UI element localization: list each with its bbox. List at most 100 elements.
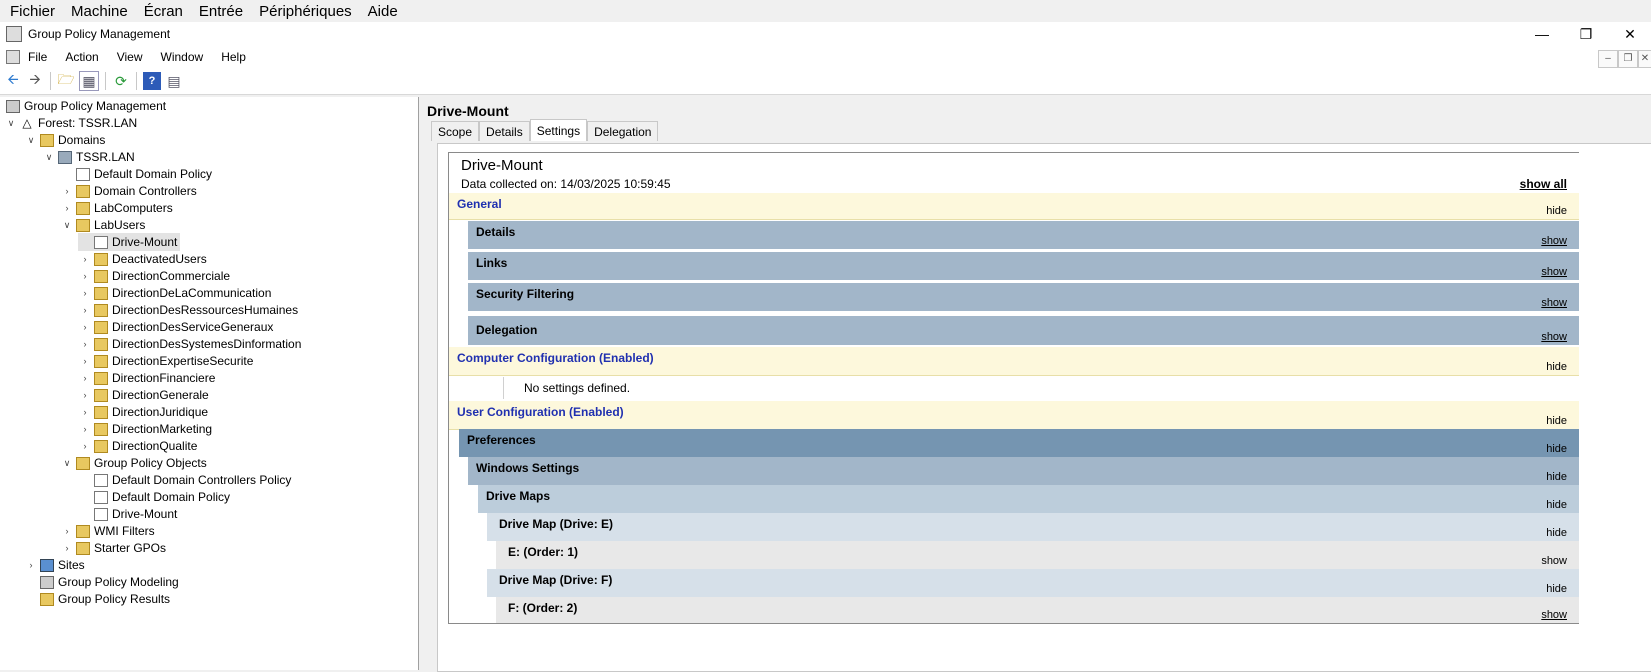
chevron-down-icon[interactable]: ∨ (60, 220, 74, 231)
gpmc-icon (6, 99, 20, 113)
tree-ou-item[interactable]: › DirectionDesSystemesDinformation (78, 335, 302, 353)
hide-link[interactable]: hide (1546, 205, 1567, 217)
chevron-down-icon[interactable]: ∨ (24, 135, 38, 146)
tab-details[interactable]: Details (479, 121, 530, 141)
tree-ou-item[interactable]: › DirectionQualite (78, 437, 198, 455)
mdi-minimize-button[interactable]: – (1598, 50, 1618, 68)
tree-ou-item[interactable]: › DirectionDesRessourcesHumaines (78, 301, 299, 319)
tree-ou-item[interactable]: › DirectionGenerale (78, 386, 209, 404)
tree-ou-item[interactable]: › DirectionDesServiceGeneraux (78, 318, 274, 336)
vm-menu-ecran[interactable]: Écran (144, 3, 183, 20)
refresh-icon[interactable]: ⟳ (112, 72, 130, 90)
show-all-link[interactable]: show all (1520, 177, 1567, 191)
vm-menu-peripheriques[interactable]: Périphériques (259, 3, 352, 20)
menu-help[interactable]: Help (221, 50, 246, 64)
chevron-right-icon[interactable]: › (60, 203, 74, 213)
tree-ou-label: DirectionDeLaCommunication (112, 286, 272, 300)
tree-ou-item[interactable]: › DirectionJuridique (78, 403, 209, 421)
back-arrow-icon[interactable]: 🡨 (4, 71, 22, 90)
tree-ou-item[interactable]: › DirectionCommerciale (78, 267, 231, 285)
chevron-down-icon[interactable]: ∨ (42, 152, 56, 163)
tree-drive-mount-link[interactable]: Drive-Mount (78, 233, 181, 251)
tree-starter-gpos[interactable]: › Starter GPOs (60, 539, 167, 557)
chevron-down-icon[interactable]: ∨ (4, 118, 18, 129)
chevron-right-icon[interactable]: › (78, 305, 92, 315)
tree-wmi-filters[interactable]: › WMI Filters (60, 522, 155, 540)
chevron-right-icon[interactable]: › (24, 560, 38, 570)
menu-file[interactable]: File (28, 50, 47, 64)
hide-link[interactable]: hide (1546, 471, 1567, 483)
forward-arrow-icon[interactable]: 🡪 (26, 71, 44, 90)
section-links-label: Links (476, 256, 508, 270)
mdi-restore-button[interactable]: ❐ (1618, 50, 1638, 68)
chevron-right-icon[interactable]: › (78, 356, 92, 366)
tree-domains[interactable]: ∨ Domains (24, 131, 106, 149)
ou-icon (94, 269, 108, 283)
show-link[interactable]: show (1541, 555, 1567, 567)
show-link[interactable]: show (1541, 235, 1567, 247)
chevron-right-icon[interactable]: › (78, 390, 92, 400)
show-link[interactable]: show (1541, 331, 1567, 343)
chevron-right-icon[interactable]: › (78, 441, 92, 451)
hide-link[interactable]: hide (1546, 443, 1567, 455)
chevron-right-icon[interactable]: › (78, 288, 92, 298)
properties-icon[interactable]: ▤ (165, 72, 183, 90)
menu-window[interactable]: Window (161, 50, 204, 64)
tree-gpo-item[interactable]: Drive-Mount (78, 505, 177, 523)
menu-action[interactable]: Action (65, 50, 98, 64)
chevron-right-icon[interactable]: › (78, 339, 92, 349)
tree-group-policy-objects[interactable]: ∨ Group Policy Objects (60, 454, 207, 472)
tree-ou-item[interactable]: › DeactivatedUsers (78, 250, 207, 268)
tree-domain[interactable]: ∨ TSSR.LAN (42, 148, 135, 166)
minimize-button[interactable]: — (1522, 22, 1562, 46)
chevron-right-icon[interactable]: › (78, 373, 92, 383)
tree-gpo-item[interactable]: Default Domain Controllers Policy (78, 471, 291, 489)
close-button[interactable]: ✕ (1610, 22, 1650, 46)
tree-default-domain-policy-link[interactable]: Default Domain Policy (60, 165, 212, 183)
hide-link[interactable]: hide (1546, 527, 1567, 539)
vm-menu-fichier[interactable]: Fichier (10, 3, 55, 20)
tree-labcomputers[interactable]: › LabComputers (60, 199, 173, 217)
chevron-right-icon[interactable]: › (78, 322, 92, 332)
show-link[interactable]: show (1541, 297, 1567, 309)
chevron-right-icon[interactable]: › (78, 271, 92, 281)
help-icon[interactable]: ? (143, 72, 161, 90)
chevron-right-icon[interactable]: › (60, 526, 74, 536)
tree-ou-item[interactable]: › DirectionExpertiseSecurite (78, 352, 254, 370)
tree-ou-item[interactable]: › DirectionMarketing (78, 420, 213, 438)
restore-button[interactable]: ❐ (1566, 22, 1606, 46)
tab-delegation[interactable]: Delegation (587, 121, 659, 141)
chevron-down-icon[interactable]: ∨ (60, 458, 74, 469)
hide-link[interactable]: hide (1546, 361, 1567, 373)
chevron-right-icon[interactable]: › (78, 407, 92, 417)
tree-root[interactable]: Group Policy Management (4, 97, 166, 115)
chevron-right-icon[interactable]: › (78, 254, 92, 264)
menu-view[interactable]: View (117, 50, 143, 64)
hide-link[interactable]: hide (1546, 415, 1567, 427)
tree-labusers[interactable]: ∨ LabUsers (60, 216, 146, 234)
tree-results[interactable]: Group Policy Results (24, 590, 170, 608)
hide-link[interactable]: hide (1546, 583, 1567, 595)
hide-link[interactable]: hide (1546, 499, 1567, 511)
tab-scope[interactable]: Scope (431, 121, 480, 141)
show-hide-tree-icon[interactable]: ▦ (79, 71, 99, 91)
section-drive-map-e: Drive Map (Drive: E) hide (487, 513, 1579, 541)
tree-sites[interactable]: › Sites (24, 556, 85, 574)
show-link[interactable]: show (1541, 266, 1567, 278)
tree-forest[interactable]: ∨ △ Forest: TSSR.LAN (4, 114, 137, 132)
tree-gpo-item[interactable]: Default Domain Policy (78, 488, 230, 506)
up-folder-icon[interactable]: 🗁 (57, 71, 75, 90)
mdi-close-button[interactable]: ✕ (1638, 50, 1651, 68)
chevron-right-icon[interactable]: › (60, 186, 74, 196)
chevron-right-icon[interactable]: › (78, 424, 92, 434)
vm-menu-aide[interactable]: Aide (368, 3, 398, 20)
tree-ou-item[interactable]: › DirectionFinanciere (78, 369, 216, 387)
vm-menu-machine[interactable]: Machine (71, 3, 128, 20)
chevron-right-icon[interactable]: › (60, 543, 74, 553)
vm-menu-entree[interactable]: Entrée (199, 3, 243, 20)
tab-settings[interactable]: Settings (529, 119, 588, 141)
tree-ou-item[interactable]: › DirectionDeLaCommunication (78, 284, 272, 302)
show-link[interactable]: show (1541, 609, 1567, 621)
tree-modeling[interactable]: Group Policy Modeling (24, 573, 179, 591)
tree-domain-controllers[interactable]: › Domain Controllers (60, 182, 197, 200)
